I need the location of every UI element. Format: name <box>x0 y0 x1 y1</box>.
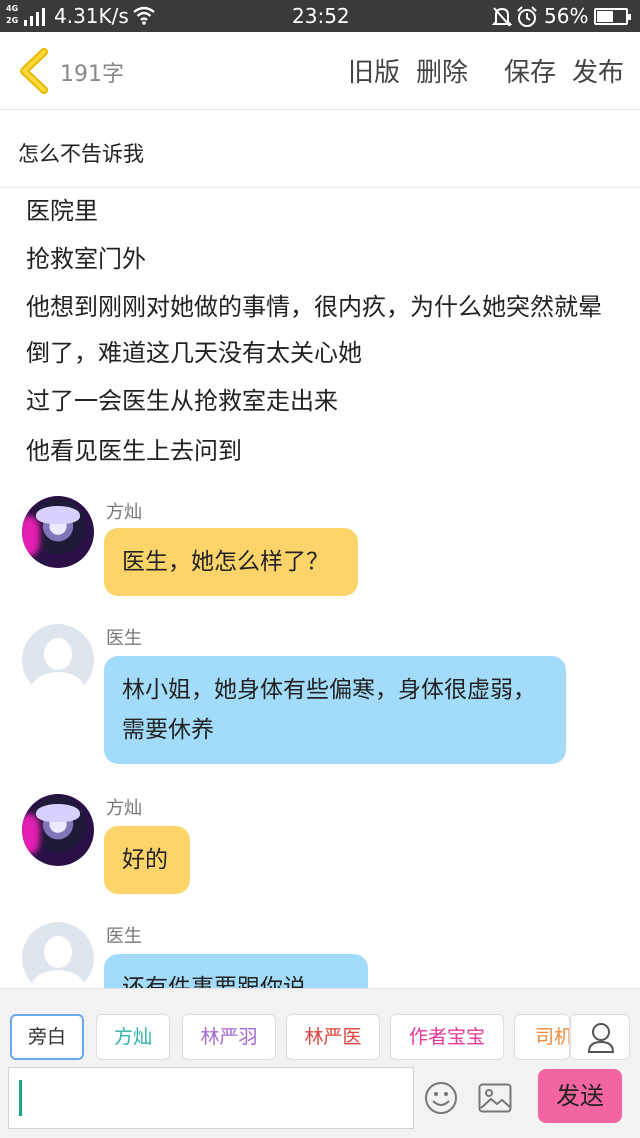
wifi-icon <box>133 6 155 25</box>
speaker-name: 医生 <box>106 926 142 947</box>
manage-characters-button[interactable] <box>570 1014 630 1060</box>
message-input[interactable] <box>8 1067 414 1129</box>
avatar[interactable] <box>22 624 94 696</box>
character-chip[interactable]: 方灿 <box>96 1014 170 1060</box>
signal-bars-icon <box>24 8 45 26</box>
speaker-name: 医生 <box>106 628 142 649</box>
battery-percent: 56% <box>544 4 589 28</box>
delete-button[interactable]: 删除 <box>416 52 468 89</box>
bell-off-icon <box>492 7 512 27</box>
old-version-button[interactable]: 旧版 <box>348 52 400 89</box>
word-count: 191字 <box>60 62 124 87</box>
editor-header: 191字 旧版 删除 保存 发布 <box>0 32 640 110</box>
network-type: 4G 2G <box>6 4 19 25</box>
story-content[interactable]: 医院里 抢救室门外 他想到刚刚对她做的事情，很内疚，为什么她突然就晕倒了，难道这… <box>0 188 640 988</box>
message-bubble[interactable]: 林小姐，她身体有些偏寒，身体很虚弱，需要休养 <box>104 656 566 764</box>
avatar[interactable] <box>22 794 94 866</box>
person-icon <box>587 1023 615 1053</box>
narration-line[interactable]: 他想到刚刚对她做的事情，很内疚，为什么她突然就晕倒了，难道这几天没有太关心她 <box>26 284 622 376</box>
speaker-name: 方灿 <box>106 798 142 819</box>
avatar[interactable] <box>22 496 94 568</box>
character-chip-narrator[interactable]: 旁白 <box>10 1014 84 1060</box>
narration-line[interactable]: 抢救室门外 <box>26 236 622 282</box>
avatar[interactable] <box>22 922 94 988</box>
chapter-title-bar[interactable]: 怎么不告诉我 <box>0 110 640 188</box>
character-chip[interactable]: 林严羽 <box>182 1014 276 1060</box>
character-chip[interactable]: 司机 <box>514 1014 570 1060</box>
character-chip[interactable]: 作者宝宝 <box>390 1014 504 1060</box>
composer-panel: 旁白 方灿 林严羽 林严医 作者宝宝 司机 发送 <box>0 988 640 1138</box>
chapter-title: 怎么不告诉我 <box>18 142 144 166</box>
clock: 23:52 <box>292 4 350 28</box>
message-bubble[interactable]: 医生，她怎么样了？ <box>104 528 358 596</box>
narration-line[interactable]: 他看见医生上去问到 <box>26 428 622 474</box>
status-bar: 4G 2G 4.31K/s 23:52 56% <box>0 0 640 32</box>
message-bubble[interactable]: 好的 <box>104 826 190 894</box>
character-chip[interactable]: 林严医 <box>286 1014 380 1060</box>
image-icon[interactable] <box>478 1083 512 1113</box>
emoji-icon[interactable] <box>424 1081 458 1115</box>
network-speed: 4.31K/s <box>54 4 129 28</box>
battery-icon <box>594 8 631 25</box>
narration-line[interactable]: 过了一会医生从抢救室走出来 <box>26 378 622 424</box>
back-arrow-icon[interactable] <box>14 48 54 94</box>
speaker-name: 方灿 <box>106 502 142 523</box>
narration-line[interactable]: 医院里 <box>26 188 622 234</box>
save-button[interactable]: 保存 <box>504 52 556 89</box>
text-cursor <box>19 1080 22 1116</box>
alarm-icon <box>517 6 537 27</box>
send-button[interactable]: 发送 <box>538 1069 622 1123</box>
message-bubble[interactable]: 还有件事要跟你说 <box>104 954 368 988</box>
publish-button[interactable]: 发布 <box>572 52 624 89</box>
